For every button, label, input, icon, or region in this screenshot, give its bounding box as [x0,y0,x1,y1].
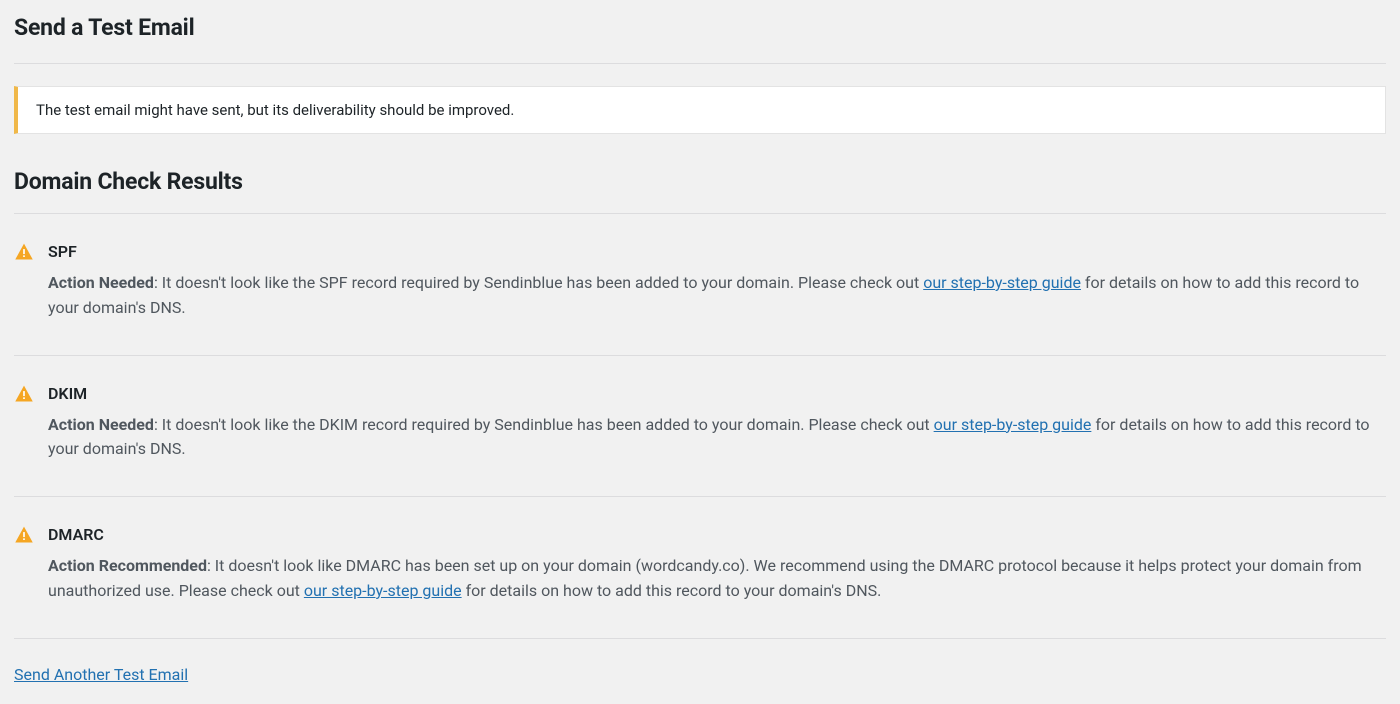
desc-before: : It doesn't look like the SPF record re… [154,273,923,292]
guide-link-dkim[interactable]: our step-by-step guide [934,415,1092,434]
warning-notice: The test email might have sent, but its … [14,86,1386,134]
desc-before: : It doesn't look like the DKIM record r… [154,415,934,434]
results-heading: Domain Check Results [14,168,1386,195]
check-item-spf: SPF Action Needed: It doesn't look like … [14,213,1386,355]
check-item-dkim: DKIM Action Needed: It doesn't look like… [14,355,1386,497]
check-desc-dkim: Action Needed: It doesn't look like the … [48,413,1386,463]
warning-icon [14,384,48,404]
guide-link-dmarc[interactable]: our step-by-step guide [304,581,462,600]
desc-after: for details on how to add this record to… [462,581,882,600]
warning-icon [14,525,48,545]
divider [14,63,1386,64]
check-title-dkim: DKIM [48,384,1386,403]
check-title-dmarc: DMARC [48,525,1386,544]
action-label: Action Needed [48,415,154,434]
warning-icon [14,242,48,262]
check-desc-spf: Action Needed: It doesn't look like the … [48,271,1386,321]
action-label: Action Recommended [48,556,207,575]
check-item-dmarc: DMARC Action Recommended: It doesn't loo… [14,496,1386,638]
guide-link-spf[interactable]: our step-by-step guide [923,273,1081,292]
send-another-link[interactable]: Send Another Test Email [14,665,188,684]
footer: Send Another Test Email [14,638,1386,684]
action-label: Action Needed [48,273,154,292]
notice-message: The test email might have sent, but its … [36,101,1367,119]
check-desc-dmarc: Action Recommended: It doesn't look like… [48,554,1386,604]
page-title: Send a Test Email [14,14,1386,41]
check-title-spf: SPF [48,242,1386,261]
